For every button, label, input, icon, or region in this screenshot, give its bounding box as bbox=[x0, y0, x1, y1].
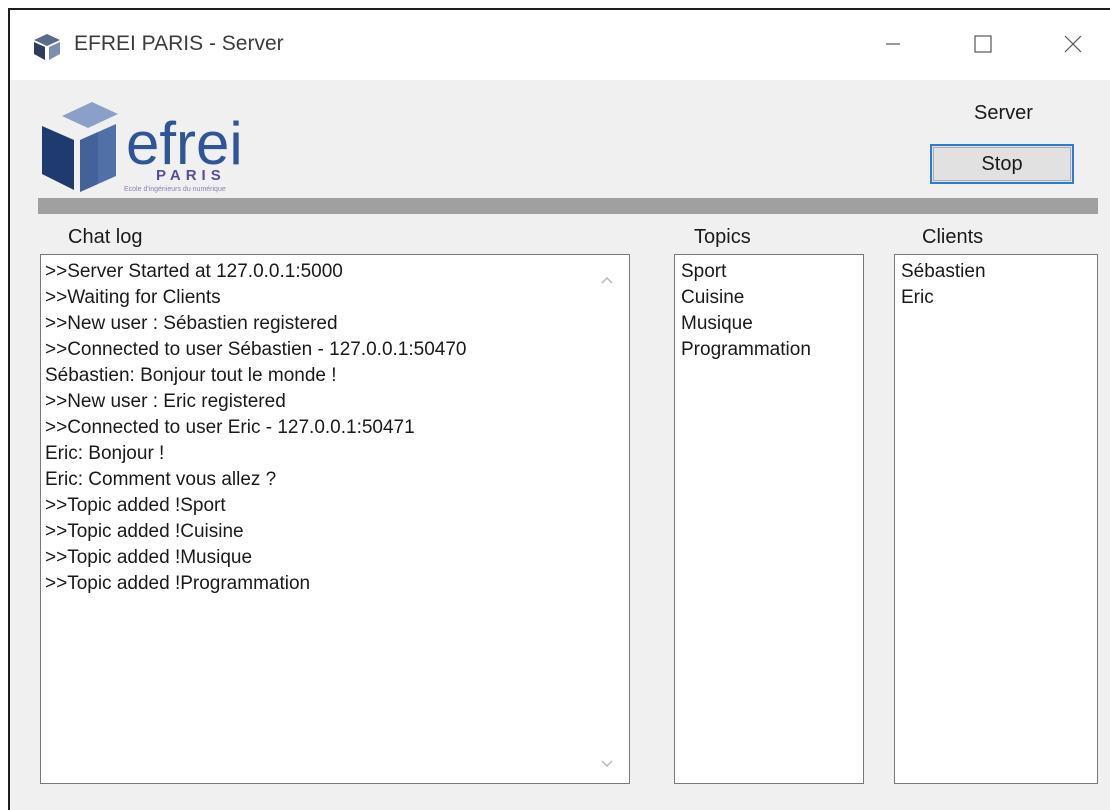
topic-item[interactable]: Sport bbox=[681, 259, 863, 285]
chat-line: Sébastien: Bonjour tout le monde ! bbox=[45, 365, 337, 386]
chat-line: >>Topic added !Programmation bbox=[45, 573, 311, 594]
chat-line: >>New user : Sébastien registered bbox=[45, 313, 338, 334]
chat-line: >>Topic added !Cuisine bbox=[45, 521, 244, 542]
scroll-down-icon[interactable] bbox=[596, 756, 618, 772]
efrei-logo: efrei PARIS Ecole d'ingénieurs du numéri… bbox=[42, 102, 243, 193]
chat-line: >>Topic added !Musique bbox=[45, 547, 253, 568]
client-item[interactable]: Eric bbox=[901, 285, 1097, 311]
topics-list[interactable]: Sport Cuisine Musique Programmation bbox=[674, 254, 864, 784]
topic-item[interactable]: Musique bbox=[681, 311, 863, 337]
close-icon[interactable] bbox=[1050, 24, 1096, 64]
logo-city: PARIS bbox=[156, 167, 226, 184]
window-title: EFREI PARIS - Server bbox=[74, 32, 284, 55]
chat-line: >>New user : Eric registered bbox=[45, 391, 286, 412]
server-window: EFREI PARIS - Server efrei PARIS Ecole d… bbox=[8, 8, 1110, 810]
topics-label: Topics bbox=[694, 226, 751, 248]
chat-log-box[interactable]: >>Server Started at 127.0.0.1:5000 >>Wai… bbox=[40, 254, 630, 784]
chat-line: >>Connected to user Eric - 127.0.0.1:504… bbox=[45, 417, 415, 438]
chat-line: >>Connected to user Sébastien - 127.0.0.… bbox=[45, 339, 467, 360]
chat-line: Eric: Bonjour ! bbox=[45, 443, 165, 464]
logo-tagline: Ecole d'ingénieurs du numérique bbox=[124, 186, 226, 193]
topic-item[interactable]: Programmation bbox=[681, 337, 863, 363]
clients-list[interactable]: Sébastien Eric bbox=[894, 254, 1098, 784]
chat-line: >>Waiting for Clients bbox=[45, 287, 221, 308]
server-label: Server bbox=[974, 102, 1033, 124]
chat-log-label: Chat log bbox=[68, 226, 143, 248]
app-cube-icon bbox=[34, 34, 60, 60]
chat-line: Eric: Comment vous allez ? bbox=[45, 469, 277, 490]
client-item[interactable]: Sébastien bbox=[901, 259, 1097, 285]
separator-bar bbox=[38, 198, 1098, 214]
stop-button-label: Stop bbox=[981, 152, 1023, 175]
title-bar: EFREI PARIS - Server bbox=[10, 10, 1110, 80]
maximize-icon[interactable] bbox=[960, 24, 1006, 64]
topic-item[interactable]: Cuisine bbox=[681, 285, 863, 311]
clients-label: Clients bbox=[922, 226, 984, 248]
minimize-icon[interactable] bbox=[870, 24, 916, 64]
scroll-up-icon[interactable] bbox=[596, 272, 618, 288]
stop-button[interactable]: Stop bbox=[930, 144, 1074, 184]
chat-line: >>Server Started at 127.0.0.1:5000 bbox=[45, 261, 343, 282]
chat-line: >>Topic added !Sport bbox=[45, 495, 226, 516]
